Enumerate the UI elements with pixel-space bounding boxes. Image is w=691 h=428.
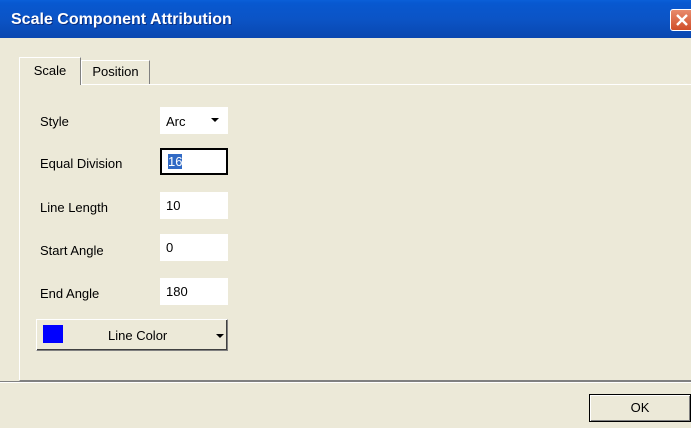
line-color-label: Line Color <box>108 328 168 343</box>
line-color-button[interactable]: Line Color <box>36 319 228 351</box>
end-angle-field[interactable] <box>160 278 228 305</box>
equal-division-field[interactable]: 16 <box>160 148 228 175</box>
tab-scale-label: Scale <box>33 63 67 78</box>
tab-position-label: Position <box>92 64 139 79</box>
start-angle-field[interactable] <box>160 234 228 261</box>
footer-divider <box>0 381 691 383</box>
line-length-label: Line Length <box>40 200 108 215</box>
end-angle-label: End Angle <box>40 286 100 301</box>
style-label: Style <box>40 114 69 129</box>
title-bar: Scale Component Attribution <box>0 0 691 38</box>
ok-button-label: OK <box>630 400 650 415</box>
close-icon <box>676 14 688 26</box>
tab-position[interactable]: Position <box>81 60 150 84</box>
close-button[interactable] <box>670 9 691 31</box>
style-dropdown[interactable]: Arc <box>160 107 228 134</box>
chevron-down-icon <box>216 334 224 338</box>
line-length-field[interactable] <box>160 192 228 219</box>
start-angle-label: Start Angle <box>40 243 104 258</box>
line-color-swatch <box>43 325 63 343</box>
ok-button[interactable]: OK <box>589 394 691 422</box>
equal-division-label: Equal Division <box>40 156 123 171</box>
chevron-down-icon <box>211 118 219 122</box>
window-title: Scale Component Attribution <box>11 11 232 28</box>
equal-division-value: 16 <box>168 154 183 169</box>
tab-scale[interactable]: Scale <box>19 57 81 85</box>
style-dropdown-value: Arc <box>166 114 186 129</box>
